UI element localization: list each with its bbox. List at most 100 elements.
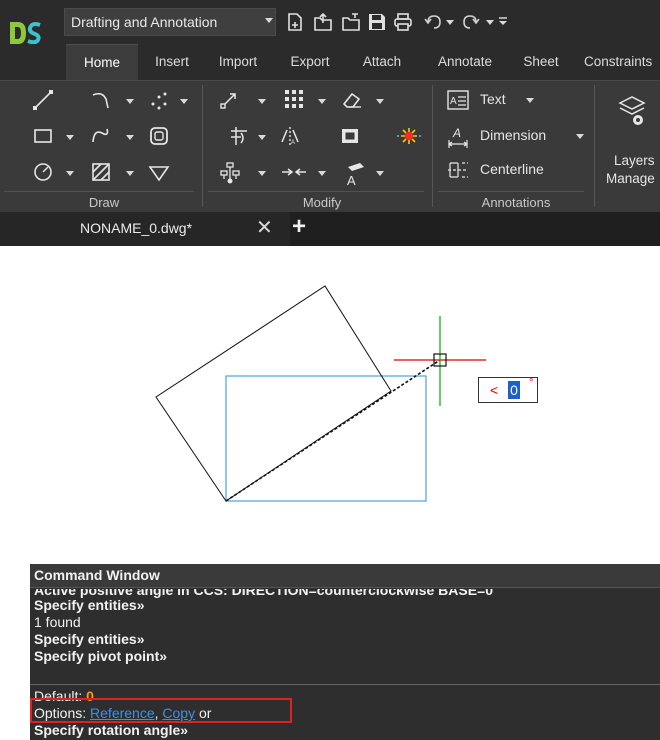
document-tab-label: NONAME_0.dwg* <box>80 220 193 236</box>
rectangle-tool-icon[interactable] <box>32 125 54 147</box>
text-label: Text <box>480 91 506 107</box>
explode-tool-icon[interactable] <box>396 125 422 147</box>
layers-icon <box>618 96 646 125</box>
stretch-tool-icon[interactable] <box>280 163 308 181</box>
layers-manager-button[interactable]: Layers Manage <box>600 87 660 191</box>
move-dropdown-icon[interactable] <box>258 99 266 104</box>
document-tab-bar: NONAME_0.dwg* ✕ + <box>0 212 660 246</box>
offset-tool-icon[interactable] <box>338 125 362 147</box>
command-history-line: Specify entities» <box>34 631 145 647</box>
tab-import[interactable]: Import <box>206 44 270 80</box>
dimension-dropdown-icon <box>576 134 584 139</box>
command-history-line: Specify entities» <box>34 597 145 613</box>
trim-tool-icon[interactable] <box>228 125 250 147</box>
align-dropdown-icon[interactable] <box>258 171 266 176</box>
point-tool-icon[interactable] <box>148 89 170 111</box>
match-properties-dropdown-icon[interactable] <box>376 171 384 176</box>
polyline-tool-icon[interactable] <box>90 89 112 111</box>
mirror-tool-icon[interactable]: A <box>278 125 302 147</box>
command-history-line: Specify pivot point» <box>34 648 168 664</box>
tab-insert[interactable]: Insert <box>140 44 204 80</box>
angle-unit: ° <box>529 377 534 389</box>
tab-home[interactable]: Home <box>66 44 138 80</box>
ribbon-separator <box>432 85 433 207</box>
array-tool-icon[interactable] <box>282 87 306 111</box>
application-window: Drafting and Annotation Home Insert Impo… <box>0 0 660 740</box>
tab-annotate[interactable]: Annotate <box>426 44 504 80</box>
dimension-icon: A <box>447 126 469 148</box>
command-divider <box>30 684 660 685</box>
circle-tool-icon[interactable] <box>32 161 54 183</box>
ribbon-separator <box>594 85 595 207</box>
command-prompt-line: Specify rotation angle» <box>34 722 189 738</box>
layers-label-line1: Layers <box>614 153 655 168</box>
customize-toolbar-icon[interactable] <box>498 16 508 26</box>
angle-prefix: < <box>490 382 499 398</box>
move-tool-icon[interactable] <box>218 89 240 111</box>
tab-export[interactable]: Export <box>278 44 342 80</box>
print-icon[interactable] <box>394 13 412 31</box>
draw-group-label: Draw <box>88 195 120 210</box>
ribbon-tabs: Home Insert Import Export Attach Annotat… <box>0 44 660 80</box>
dimension-button[interactable]: A Dimension <box>444 121 588 151</box>
new-file-icon[interactable] <box>286 13 304 31</box>
layers-label-line2: Manage <box>606 171 655 186</box>
line-tool-icon[interactable] <box>32 89 54 111</box>
stretch-dropdown-icon[interactable] <box>318 171 326 176</box>
erase-tool-icon[interactable] <box>340 89 364 111</box>
point-dropdown-icon[interactable] <box>180 99 188 104</box>
original-rectangle[interactable] <box>225 375 427 502</box>
tab-constraints[interactable]: Constraints <box>584 44 660 80</box>
region-tool-icon[interactable] <box>148 125 170 147</box>
title-bar: Drafting and Annotation <box>0 0 660 45</box>
wipeout-tool-icon[interactable] <box>148 161 170 183</box>
drawing-canvas[interactable]: < 0 ° <box>0 246 660 556</box>
dynamic-angle-input[interactable]: < 0 ° <box>478 377 538 403</box>
close-icon[interactable]: ✕ <box>256 218 273 238</box>
redo-icon[interactable] <box>462 13 480 31</box>
centerline-label: Centerline <box>480 161 544 177</box>
save-icon[interactable] <box>368 13 386 31</box>
open-template-icon[interactable] <box>342 13 360 31</box>
centerline-icon <box>448 162 468 178</box>
polyline-dropdown-icon[interactable] <box>126 99 134 104</box>
draw-group-base <box>4 191 194 192</box>
annotations-group-label: Annotations <box>481 195 551 210</box>
spline-dropdown-icon[interactable] <box>126 135 134 140</box>
text-button[interactable]: A Text <box>444 87 588 115</box>
command-history-line: 1 found <box>34 614 81 630</box>
command-window-title: Command Window <box>34 567 160 583</box>
angle-value[interactable]: 0 <box>508 381 520 399</box>
rectangle-dropdown-icon[interactable] <box>66 135 74 140</box>
command-window-title-bar[interactable]: Command Window <box>30 564 660 588</box>
hatch-dropdown-icon[interactable] <box>126 171 134 176</box>
trim-dropdown-icon[interactable] <box>258 135 266 140</box>
hatch-tool-icon[interactable] <box>90 161 112 183</box>
document-tab[interactable]: NONAME_0.dwg* ✕ <box>0 212 290 246</box>
undo-dropdown-icon[interactable] <box>446 20 454 25</box>
dimension-label: Dimension <box>480 127 547 143</box>
open-file-icon[interactable] <box>314 13 332 31</box>
erase-dropdown-icon[interactable] <box>376 99 384 104</box>
options-highlight-box <box>30 698 292 723</box>
tab-attach[interactable]: Attach <box>350 44 414 80</box>
undo-icon[interactable] <box>424 13 442 31</box>
ribbon-panel: Draw A A Modify A Text A Dimension Cente… <box>0 80 660 212</box>
new-tab-button[interactable]: + <box>292 215 306 239</box>
match-properties-icon[interactable]: A <box>340 159 368 187</box>
workspace-label: Drafting and Annotation <box>71 14 218 30</box>
workspace-selector[interactable]: Drafting and Annotation <box>64 8 276 36</box>
redo-dropdown-icon[interactable] <box>486 20 494 25</box>
spline-tool-icon[interactable] <box>90 125 112 147</box>
svg-text:A: A <box>347 173 356 187</box>
modify-group-base <box>208 191 424 192</box>
centerline-button[interactable]: Centerline <box>444 157 588 185</box>
circle-dropdown-icon[interactable] <box>66 171 74 176</box>
tab-sheet[interactable]: Sheet <box>512 44 570 80</box>
align-tool-icon[interactable] <box>218 161 242 185</box>
annotations-group-base <box>438 191 584 192</box>
text-icon: A <box>447 90 469 110</box>
array-dropdown-icon[interactable] <box>318 99 326 104</box>
chevron-down-icon <box>265 18 273 23</box>
svg-text:A: A <box>291 140 295 146</box>
